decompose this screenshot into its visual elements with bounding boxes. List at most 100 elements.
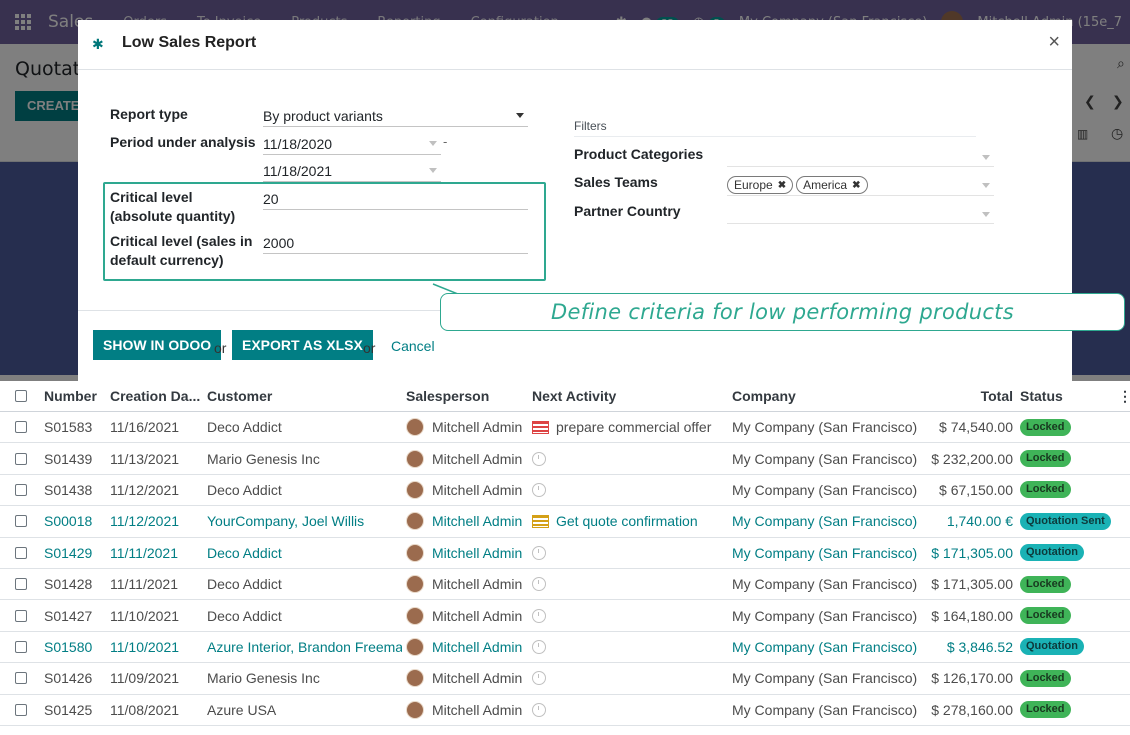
clock-icon[interactable] xyxy=(532,577,546,592)
column-status[interactable]: Status xyxy=(1020,381,1120,411)
row-next-activity[interactable] xyxy=(532,663,728,693)
table-row[interactable]: S01439 11/13/2021 Mario Genesis Inc Mitc… xyxy=(0,443,1130,475)
row-company: My Company (San Francisco) xyxy=(732,513,917,530)
row-total: $ 74,540.00 xyxy=(939,419,1013,436)
row-next-activity[interactable]: Get quote confirmation xyxy=(532,506,728,536)
table-row[interactable]: S01580 11/10/2021 Azure Interior, Brando… xyxy=(0,632,1130,664)
status-badge: Locked xyxy=(1020,450,1071,468)
row-creation-date: 11/12/2021 xyxy=(110,513,180,530)
row-next-activity[interactable] xyxy=(532,443,728,473)
column-number[interactable]: Number xyxy=(44,381,108,411)
column-total[interactable]: Total xyxy=(920,381,1013,411)
row-salesperson: Mitchell Admin xyxy=(406,443,526,473)
salesperson-avatar xyxy=(406,480,424,499)
row-number: S01425 xyxy=(44,701,93,718)
row-checkbox[interactable] xyxy=(15,695,29,725)
column-next-activity[interactable]: Next Activity xyxy=(532,381,728,411)
close-icon[interactable]: × xyxy=(1048,31,1060,54)
row-checkbox[interactable] xyxy=(15,475,29,505)
row-number: S01429 xyxy=(44,544,93,561)
status-badge: Locked xyxy=(1020,481,1071,499)
period-end-date[interactable]: 11/18/2021 xyxy=(263,160,441,182)
optional-columns-icon[interactable]: ⋮ xyxy=(1118,381,1128,411)
row-number: S01583 xyxy=(44,419,93,436)
remove-tag-icon[interactable]: ✖ xyxy=(852,180,860,191)
column-creation-date[interactable]: Creation Da... xyxy=(110,381,205,411)
salesperson-avatar xyxy=(406,606,424,625)
clock-icon[interactable] xyxy=(532,545,546,560)
report-type-select[interactable]: By product variants xyxy=(263,105,528,127)
row-company: My Company (San Francisco) xyxy=(732,419,917,436)
table-row[interactable]: S01427 11/10/2021 Deco Addict Mitchell A… xyxy=(0,600,1130,632)
row-checkbox[interactable] xyxy=(15,569,29,599)
table-row[interactable]: S01429 11/11/2021 Deco Addict Mitchell A… xyxy=(0,538,1130,569)
salesperson-name: Mitchell Admin xyxy=(432,419,523,436)
row-company: My Company (San Francisco) xyxy=(732,638,917,655)
product-categories-input[interactable] xyxy=(727,147,994,167)
column-customer[interactable]: Customer xyxy=(207,381,402,411)
tag-europe[interactable]: Europe ✖ xyxy=(727,176,794,194)
clock-icon[interactable] xyxy=(532,482,546,497)
row-next-activity[interactable]: prepare commercial offer xyxy=(532,412,728,442)
clock-icon[interactable] xyxy=(532,702,546,717)
salesperson-name: Mitchell Admin xyxy=(432,670,523,687)
yellow-list-icon[interactable] xyxy=(532,514,549,528)
clock-icon[interactable] xyxy=(532,671,546,686)
row-salesperson: Mitchell Admin xyxy=(406,538,526,568)
row-checkbox[interactable] xyxy=(15,600,29,630)
row-next-activity[interactable] xyxy=(532,569,728,599)
status-badge: Locked xyxy=(1020,701,1071,719)
table-row[interactable]: S01428 11/11/2021 Deco Addict Mitchell A… xyxy=(0,569,1130,601)
clock-icon[interactable] xyxy=(532,451,546,466)
row-company: My Company (San Francisco) xyxy=(732,544,917,561)
tag-america[interactable]: America ✖ xyxy=(796,176,868,194)
column-company[interactable]: Company xyxy=(732,381,917,411)
salesperson-name: Mitchell Admin xyxy=(432,638,523,655)
row-checkbox[interactable] xyxy=(15,443,29,473)
row-number: S01439 xyxy=(44,450,93,467)
row-total: $ 278,160.00 xyxy=(931,701,1013,718)
table-row[interactable]: S01438 11/12/2021 Deco Addict Mitchell A… xyxy=(0,475,1130,507)
clock-icon[interactable] xyxy=(532,639,546,654)
clock-icon[interactable] xyxy=(532,608,546,623)
column-salesperson[interactable]: Salesperson xyxy=(406,381,526,411)
salesperson-avatar xyxy=(406,449,424,468)
row-customer: Deco Addict xyxy=(207,481,282,498)
partner-country-input[interactable] xyxy=(727,204,994,224)
list-header: Number Creation Da... Customer Salespers… xyxy=(0,381,1130,412)
select-all-checkbox[interactable] xyxy=(15,381,29,411)
show-in-odoo-button[interactable]: SHOW IN ODOO xyxy=(93,330,222,360)
row-checkbox[interactable] xyxy=(15,412,29,442)
row-next-activity[interactable] xyxy=(532,600,728,630)
salesperson-name: Mitchell Admin xyxy=(432,607,523,624)
red-list-icon[interactable] xyxy=(532,420,549,434)
row-next-activity[interactable] xyxy=(532,695,728,725)
export-xlsx-button[interactable]: EXPORT AS XLSX xyxy=(232,330,373,360)
remove-tag-icon[interactable]: ✖ xyxy=(778,180,786,191)
table-row[interactable]: S01583 11/16/2021 Deco Addict Mitchell A… xyxy=(0,412,1130,444)
row-checkbox[interactable] xyxy=(15,506,29,536)
sales-teams-input[interactable]: Europe ✖ America ✖ xyxy=(727,175,994,196)
table-row[interactable]: S01425 11/08/2021 Azure USA Mitchell Adm… xyxy=(0,695,1130,726)
row-creation-date: 11/10/2021 xyxy=(110,638,180,655)
row-total: 1,740.00 € xyxy=(946,513,1013,530)
salesperson-name: Mitchell Admin xyxy=(432,450,523,467)
row-next-activity[interactable] xyxy=(532,632,728,662)
row-checkbox[interactable] xyxy=(15,663,29,693)
table-row[interactable]: S00018 11/12/2021 YourCompany, Joel Will… xyxy=(0,506,1130,538)
row-salesperson: Mitchell Admin xyxy=(406,569,526,599)
annotation-callout: Define criteria for low performing produ… xyxy=(440,293,1125,331)
row-next-activity[interactable] xyxy=(532,538,728,568)
row-next-activity[interactable] xyxy=(532,475,728,505)
activity-summary: prepare commercial offer xyxy=(556,419,712,436)
period-start-date[interactable]: 11/18/2020 xyxy=(263,133,441,155)
row-checkbox[interactable] xyxy=(15,538,29,568)
chevron-down-icon xyxy=(982,212,990,217)
row-customer: Mario Genesis Inc xyxy=(207,450,320,467)
table-row[interactable]: S01426 11/09/2021 Mario Genesis Inc Mitc… xyxy=(0,663,1130,695)
dialog-header: ✱ Low Sales Report × xyxy=(78,20,1072,70)
chevron-down-icon xyxy=(516,113,524,118)
row-checkbox[interactable] xyxy=(15,632,29,662)
cancel-button[interactable]: Cancel xyxy=(391,338,435,354)
chevron-down-icon xyxy=(429,168,437,173)
